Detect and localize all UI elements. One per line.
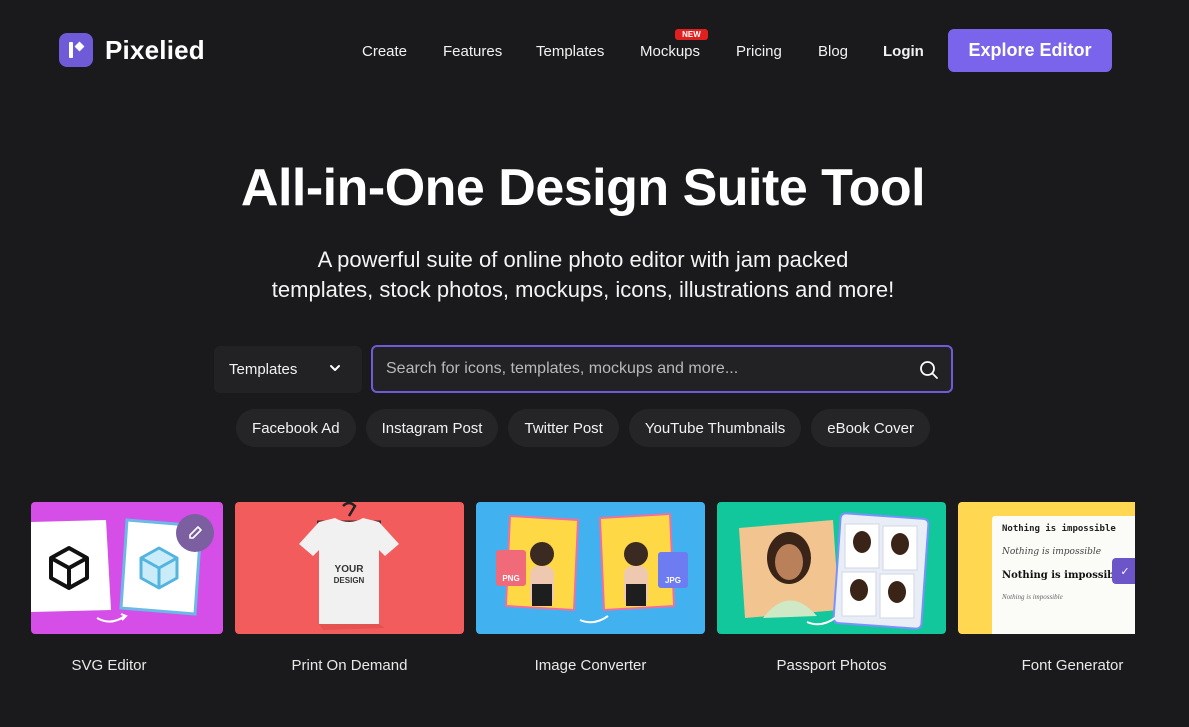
tool-label-print-on-demand[interactable]: Print On Demand	[235, 657, 464, 674]
tool-card-font-generator[interactable]: Nothing is impossible Nothing is impossi…	[958, 502, 1135, 634]
nav-create[interactable]: Create	[362, 43, 407, 60]
shirt-text-line-2: DESIGN	[333, 576, 365, 585]
search-icon[interactable]	[919, 360, 939, 380]
font-sample-2: Nothing is impossible	[1002, 547, 1102, 557]
explore-editor-button[interactable]: Explore Editor	[948, 29, 1112, 72]
quick-chips: Facebook Ad Instagram Post Twitter Post …	[0, 409, 1166, 447]
nav-blog[interactable]: Blog	[818, 43, 848, 60]
tool-label-font-generator[interactable]: Font Generator	[958, 657, 1187, 674]
tool-card-passport-photos[interactable]	[717, 502, 946, 634]
tool-label-svg-editor[interactable]: SVG Editor	[31, 657, 187, 674]
chip-youtube-thumbnails[interactable]: YouTube Thumbnails	[628, 409, 802, 447]
shirt-text-line-1: YOUR	[334, 564, 364, 575]
passport-photos-illustration	[739, 512, 930, 630]
chip-facebook-ad[interactable]: Facebook Ad	[236, 409, 356, 447]
tool-card-image-converter[interactable]: PNG JPG	[476, 502, 705, 634]
hero-title: All-in-One Design Suite Tool	[240, 159, 926, 217]
new-badge: NEW	[675, 29, 708, 40]
shirt-design-text: YOUR DESIGN	[329, 564, 369, 586]
tool-card-svg-editor[interactable]	[31, 502, 223, 634]
tool-label-image-converter[interactable]: Image Converter	[476, 657, 705, 674]
png-file-badge: PNG	[496, 550, 526, 586]
search-bar	[371, 345, 953, 393]
tool-label-passport-photos[interactable]: Passport Photos	[717, 657, 946, 674]
nav-templates[interactable]: Templates	[536, 43, 604, 60]
check-icon: ✓	[1112, 558, 1135, 584]
chip-instagram-post[interactable]: Instagram Post	[365, 409, 499, 447]
font-sample-1: Nothing is impossible	[1002, 524, 1116, 534]
nav-pricing[interactable]: Pricing	[736, 43, 782, 60]
chip-ebook-cover[interactable]: eBook Cover	[811, 409, 930, 447]
nav-features[interactable]: Features	[443, 43, 502, 60]
edit-pencil-icon	[176, 514, 214, 552]
hero-subtitle-line-1: A powerful suite of online photo editor …	[317, 247, 849, 272]
hero-subtitle: A powerful suite of online photo editor …	[0, 245, 1166, 305]
nav-login[interactable]: Login	[883, 43, 924, 60]
jpg-file-badge: JPG	[658, 552, 688, 588]
search-type-select[interactable]: Templates	[214, 346, 362, 393]
search-input[interactable]	[386, 360, 906, 378]
chip-twitter-post[interactable]: Twitter Post	[508, 409, 619, 447]
nav-mockups[interactable]: Mockups	[640, 43, 700, 60]
font-sample-4: Nothing is impossible	[1002, 593, 1063, 601]
hero-subtitle-line-2: templates, stock photos, mockups, icons,…	[271, 277, 895, 302]
tool-card-print-on-demand[interactable]: YOUR DESIGN	[235, 502, 464, 634]
chevron-down-icon	[330, 365, 340, 371]
search-type-value: Templates	[229, 361, 298, 378]
